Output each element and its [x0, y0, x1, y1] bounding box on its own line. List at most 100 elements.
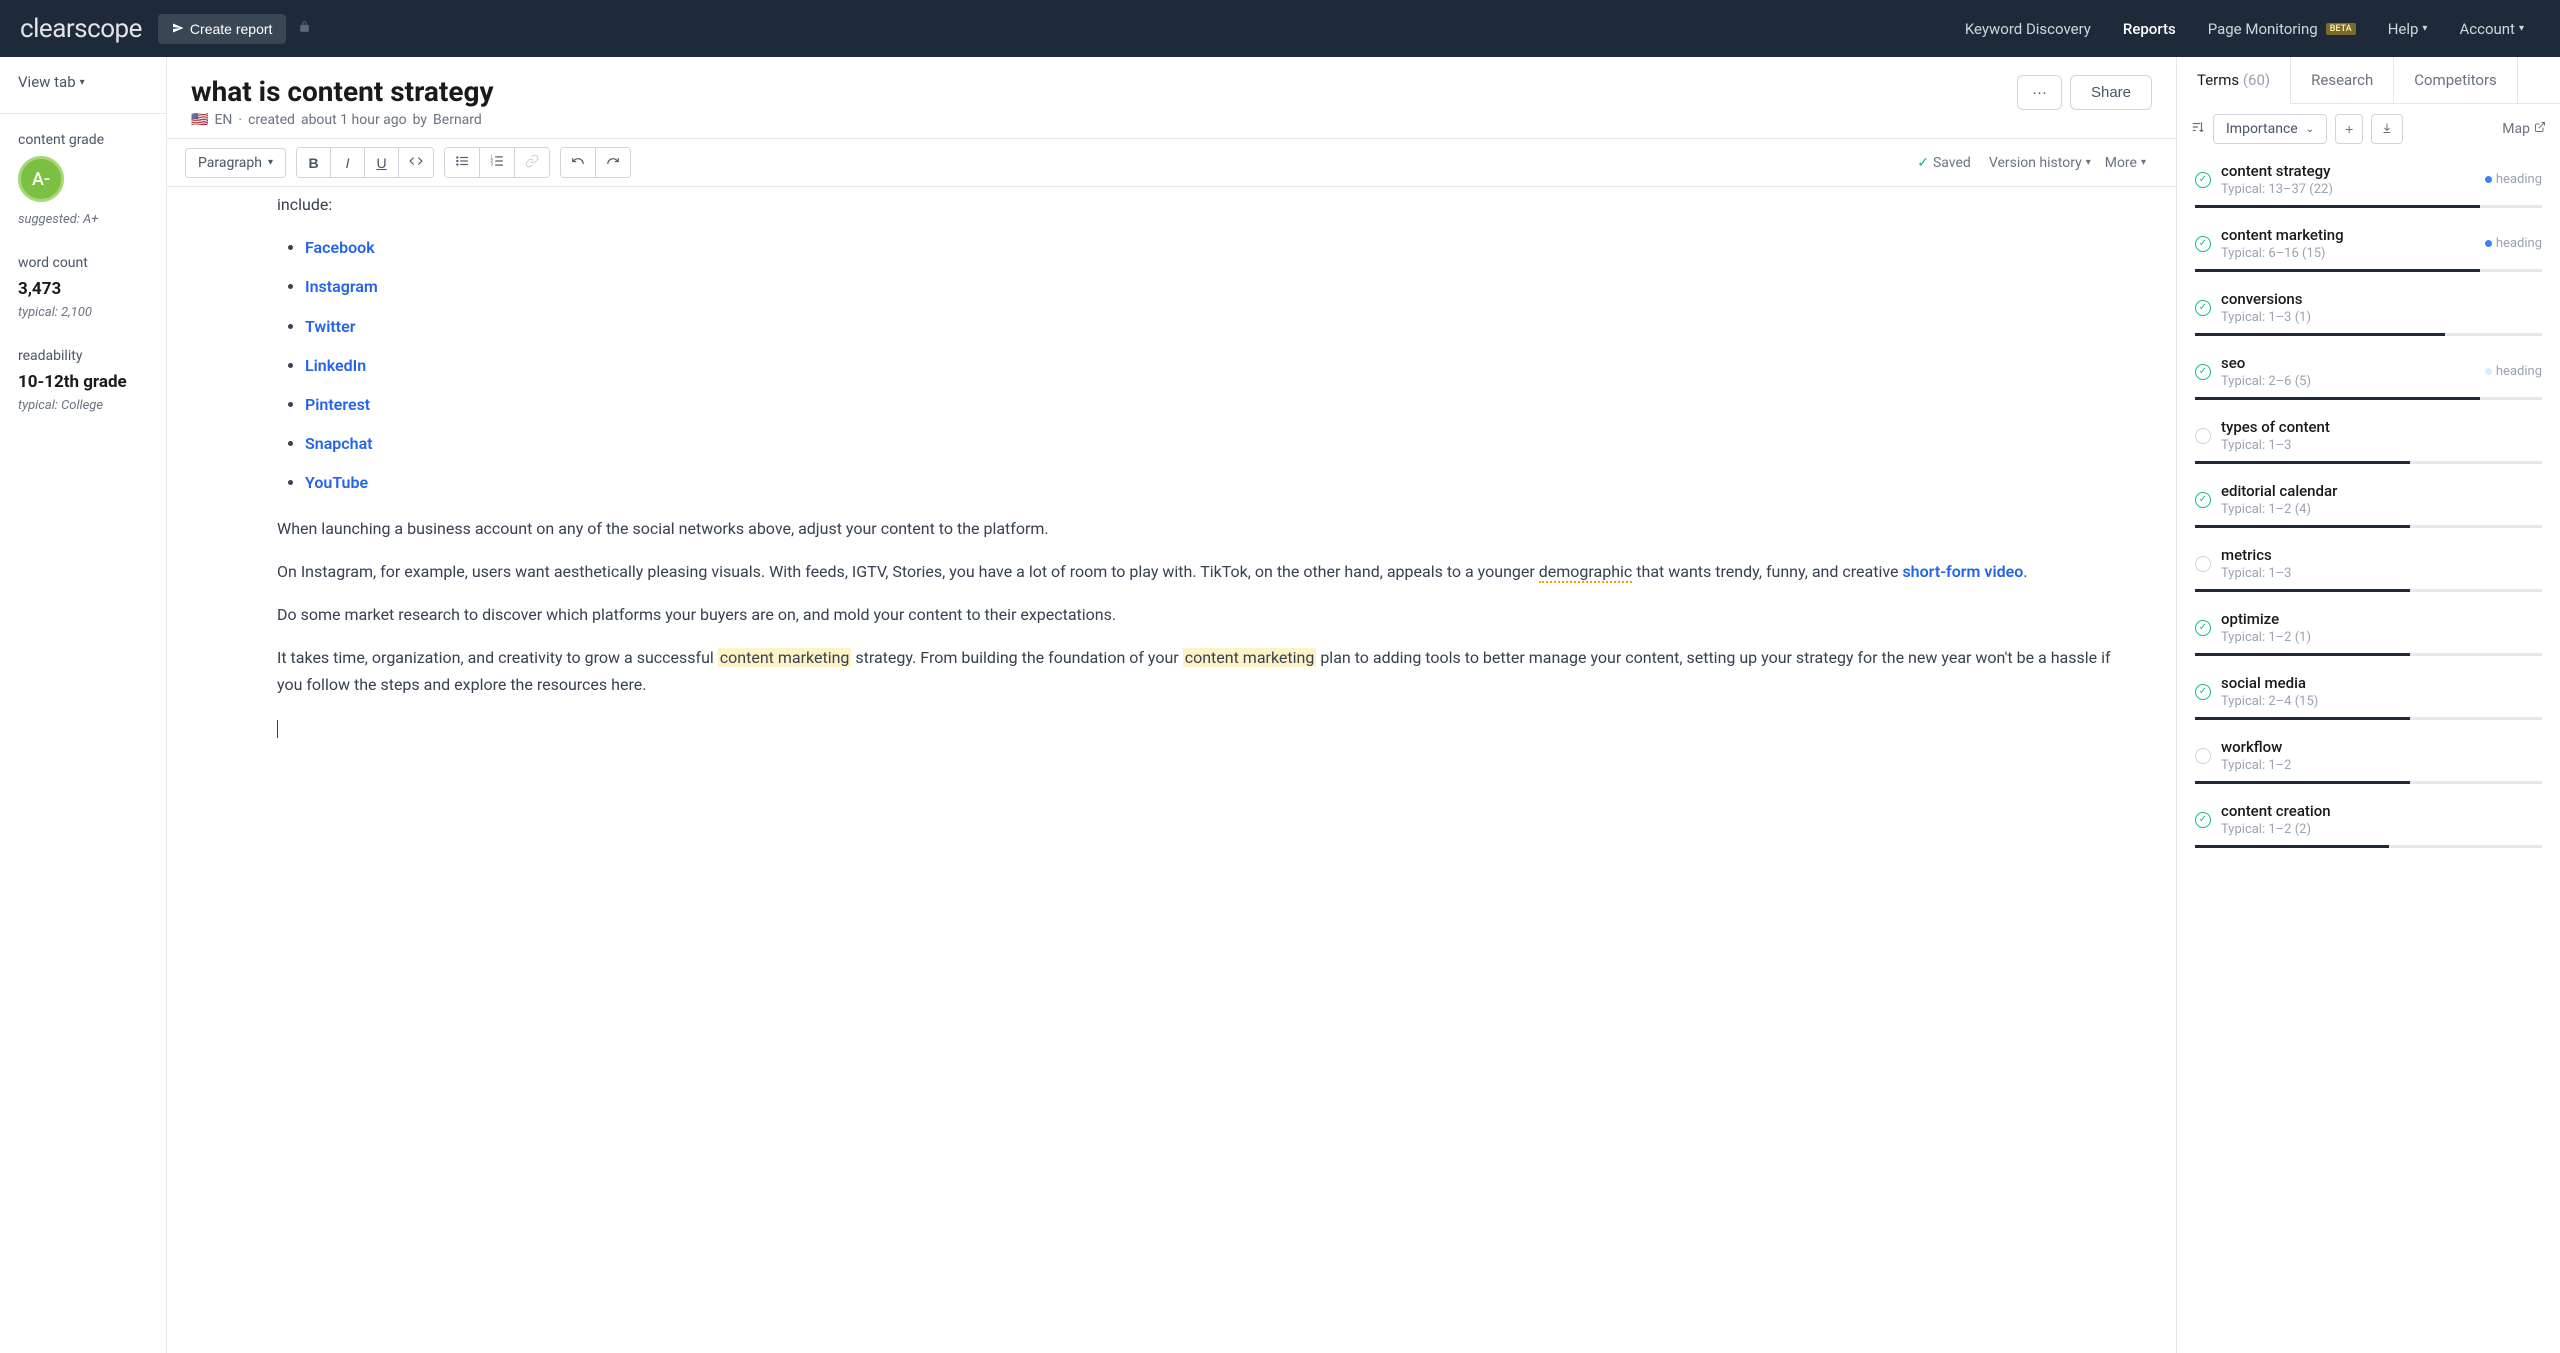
- svg-text:3: 3: [491, 162, 494, 167]
- nav-page-monitoring[interactable]: Page Monitoring BETA: [2192, 20, 2372, 38]
- term-typical: Typical: 1–2 (1): [2221, 630, 2542, 645]
- right-panel: Terms (60) Research Competitors Importan…: [2177, 57, 2560, 1353]
- importance-select[interactable]: Importance ⌄: [2213, 114, 2327, 144]
- readability-value: 10-12th grade: [18, 372, 148, 392]
- term-name: content creation: [2221, 802, 2542, 820]
- redo-button[interactable]: [596, 148, 630, 177]
- readability-typical: typical: College: [18, 398, 148, 413]
- paragraph-label: Paragraph: [198, 155, 262, 171]
- term-progress-bar: [2195, 205, 2542, 208]
- create-report-label: Create report: [190, 21, 272, 37]
- link-youtube[interactable]: YouTube: [305, 473, 368, 492]
- status-check-icon: ✓: [2195, 812, 2211, 828]
- readability-label: readability: [18, 348, 148, 364]
- paragraph-include: include:: [277, 191, 2116, 218]
- chevron-down-icon: ⌄: [2306, 124, 2314, 135]
- term-typical: Typical: 1–2 (4): [2221, 502, 2542, 517]
- chevron-down-icon: ▾: [2519, 23, 2524, 34]
- map-link[interactable]: Map: [2502, 121, 2546, 137]
- nav-keyword-discovery[interactable]: Keyword Discovery: [1949, 20, 2107, 38]
- more-options-button[interactable]: ···: [2017, 75, 2062, 110]
- saved-label: Saved: [1933, 155, 1971, 171]
- tab-competitors[interactable]: Competitors: [2394, 57, 2518, 103]
- term-item[interactable]: ✓conversionsTypical: 1–3 (1): [2191, 280, 2546, 344]
- term-item[interactable]: ✓ content creation Typical: 1–2 (2): [2191, 792, 2546, 856]
- term-typical: Typical: 1–3: [2221, 566, 2542, 581]
- more-dropdown[interactable]: More ▾: [2105, 155, 2146, 171]
- paragraph-4: It takes time, organization, and creativ…: [277, 644, 2116, 698]
- numbered-list-button[interactable]: 123: [480, 148, 515, 177]
- paragraph-1: When launching a business account on any…: [277, 515, 2116, 542]
- download-button[interactable]: [2371, 114, 2403, 144]
- view-tab-dropdown[interactable]: View tab ▾: [18, 73, 148, 91]
- doc-lang: EN: [214, 112, 232, 128]
- term-progress-bar: [2195, 589, 2542, 592]
- link-snapchat[interactable]: Snapchat: [305, 434, 373, 453]
- terms-list[interactable]: ✓content strategyTypical: 13–37 (22)head…: [2177, 152, 2560, 1353]
- underline-button[interactable]: U: [365, 148, 399, 177]
- add-term-button[interactable]: +: [2335, 114, 2363, 144]
- nav-reports[interactable]: Reports: [2107, 20, 2192, 38]
- highlight-content-marketing-1: content marketing: [718, 648, 852, 667]
- term-item[interactable]: workflowTypical: 1–2: [2191, 728, 2546, 792]
- panel-controls: Importance ⌄ + Map: [2177, 104, 2560, 152]
- social-list: Facebook Instagram Twitter LinkedIn Pint…: [277, 234, 2116, 496]
- term-item[interactable]: ✓editorial calendarTypical: 1–2 (4): [2191, 472, 2546, 536]
- highlight-demographic: demographic: [1539, 562, 1633, 583]
- chevron-down-icon: ▾: [80, 77, 85, 88]
- status-check-icon: ✓: [2195, 236, 2211, 252]
- editor-body[interactable]: include: Facebook Instagram Twitter Link…: [167, 187, 2176, 1353]
- sort-icon[interactable]: [2191, 120, 2205, 138]
- link-facebook[interactable]: Facebook: [305, 238, 375, 257]
- term-item[interactable]: ✓optimizeTypical: 1–2 (1): [2191, 600, 2546, 664]
- paragraph-select[interactable]: Paragraph ▾: [185, 148, 286, 178]
- term-item[interactable]: ✓social mediaTypical: 2–4 (15): [2191, 664, 2546, 728]
- term-item[interactable]: metricsTypical: 1–3: [2191, 536, 2546, 600]
- term-item[interactable]: ✓content strategyTypical: 13–37 (22)head…: [2191, 152, 2546, 216]
- link-pinterest[interactable]: Pinterest: [305, 395, 370, 414]
- term-name: seo: [2221, 354, 2475, 372]
- term-progress-bar: [2195, 653, 2542, 656]
- link-twitter[interactable]: Twitter: [305, 317, 356, 336]
- link-button[interactable]: [515, 148, 549, 177]
- word-count-label: word count: [18, 255, 148, 271]
- created-time[interactable]: about 1 hour ago: [301, 112, 407, 128]
- term-typical: Typical: 1–3: [2221, 438, 2542, 453]
- beta-badge: BETA: [2326, 23, 2356, 35]
- nav-account-label: Account: [2459, 20, 2515, 38]
- doc-meta: 🇺🇸 EN · created about 1 hour ago by Bern…: [191, 112, 2005, 128]
- nav-account[interactable]: Account ▾: [2443, 20, 2540, 38]
- term-item[interactable]: types of content Typical: 1–3: [2191, 408, 2546, 472]
- view-tab-label: View tab: [18, 73, 76, 91]
- tab-terms[interactable]: Terms (60): [2177, 57, 2291, 104]
- importance-label: Importance: [2226, 121, 2298, 137]
- term-name: types of content: [2221, 418, 2542, 436]
- code-button[interactable]: [399, 148, 433, 177]
- sidebar-left: View tab ▾ content grade A- suggested: A…: [0, 57, 167, 1353]
- nav-help[interactable]: Help ▾: [2372, 20, 2444, 38]
- italic-button[interactable]: I: [331, 148, 365, 177]
- link-linkedin[interactable]: LinkedIn: [305, 356, 366, 375]
- share-button[interactable]: Share: [2070, 75, 2152, 110]
- term-progress-bar: [2195, 525, 2542, 528]
- term-name: content strategy: [2221, 162, 2475, 180]
- term-progress-bar: [2195, 461, 2542, 464]
- nav-page-monitoring-label: Page Monitoring: [2208, 20, 2318, 38]
- tab-research[interactable]: Research: [2291, 57, 2394, 103]
- link-short-form-video[interactable]: short-form video: [1902, 562, 2023, 581]
- term-name: editorial calendar: [2221, 482, 2542, 500]
- undo-button[interactable]: [561, 148, 596, 177]
- bullet-list-button[interactable]: [445, 148, 480, 177]
- term-item[interactable]: ✓content marketingTypical: 6–16 (15)head…: [2191, 216, 2546, 280]
- term-item[interactable]: ✓seoTypical: 2–6 (5)heading: [2191, 344, 2546, 408]
- bold-button[interactable]: B: [297, 148, 331, 177]
- doc-author[interactable]: Bernard: [433, 112, 482, 128]
- create-report-button[interactable]: Create report: [158, 14, 286, 44]
- chevron-down-icon: ▾: [2422, 23, 2427, 34]
- status-check-icon: ✓: [2195, 172, 2211, 188]
- term-typical: Typical: 1–2 (2): [2221, 822, 2542, 837]
- link-instagram[interactable]: Instagram: [305, 277, 378, 296]
- term-progress-bar: [2195, 397, 2542, 400]
- version-history-dropdown[interactable]: Version history ▾: [1989, 155, 2091, 171]
- created-prefix: created: [248, 112, 295, 128]
